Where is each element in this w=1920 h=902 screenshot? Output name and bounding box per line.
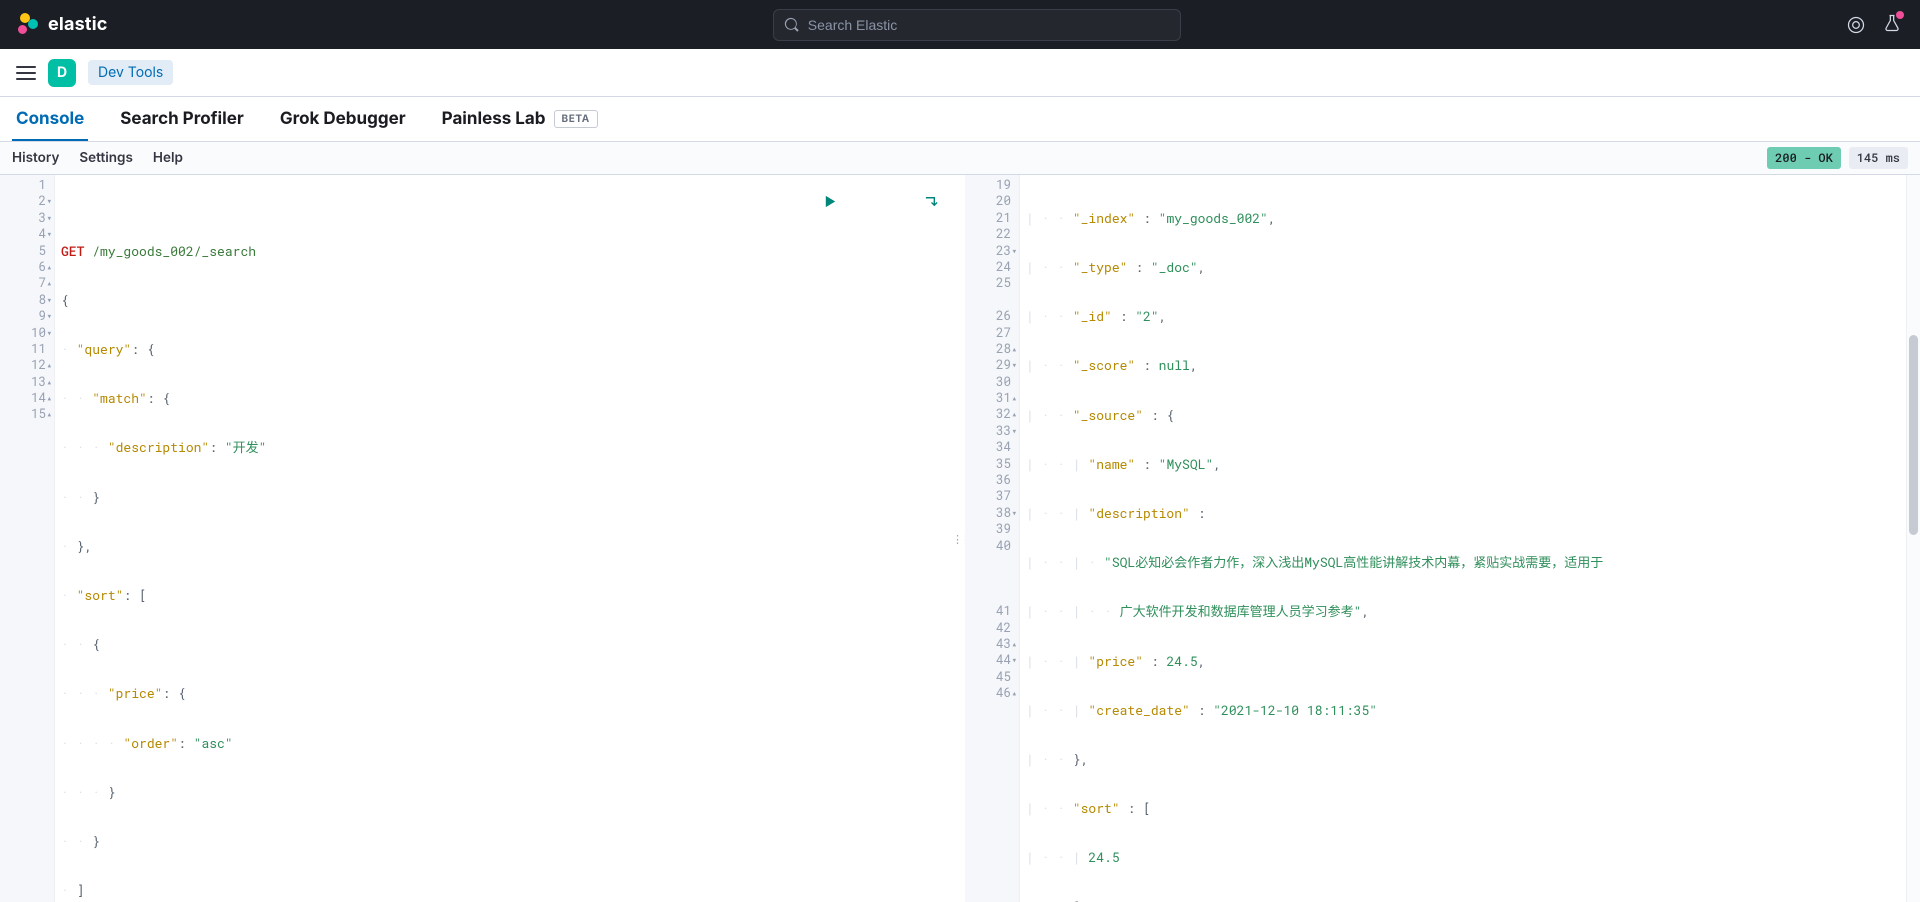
history-link[interactable]: History (12, 150, 59, 166)
response-scrollbar[interactable] (1906, 175, 1920, 902)
app-subheader: D Dev Tools (0, 49, 1920, 97)
help-link[interactable]: Help (153, 150, 183, 166)
console-split-panel: 12▾3▾4▾56▴7▴8▾9▾10▾1112▴13▴14▴15▴ GET /m… (0, 175, 1920, 902)
global-search-input[interactable] (808, 17, 1170, 33)
request-gutter: 12▾3▾4▾56▴7▴8▾9▾10▾1112▴13▴14▴15▴ (0, 175, 55, 902)
request-editor[interactable]: 12▾3▾4▾56▴7▴8▾9▾10▾1112▴13▴14▴15▴ GET /m… (0, 175, 955, 902)
tab-console[interactable]: Console (12, 99, 88, 141)
help-icon[interactable] (1846, 15, 1866, 35)
request-method: GET (61, 242, 84, 260)
tab-painless-lab[interactable]: Painless Lab BETA (438, 99, 602, 141)
request-path: /my_goods_002/_search (92, 242, 256, 260)
global-search[interactable] (773, 9, 1181, 41)
response-viewer[interactable]: 1920212223▾2425262728▴29▾3031▴32▴33▾3435… (965, 175, 1920, 902)
brand-name: elastic (48, 14, 108, 35)
request-code[interactable]: GET /my_goods_002/_search { · "query": {… (55, 175, 955, 902)
pane-resizer[interactable] (955, 175, 965, 902)
painless-label: Painless Lab (442, 109, 546, 129)
space-selector[interactable]: D (48, 59, 76, 87)
response-status-badge: 200 - OK (1767, 147, 1841, 169)
tab-search-profiler[interactable]: Search Profiler (116, 99, 248, 141)
console-toolbar: History Settings Help 200 - OK 145 ms (0, 141, 1920, 175)
tab-grok-debugger[interactable]: Grok Debugger (276, 99, 410, 141)
newsfeed-button[interactable] (1882, 13, 1902, 37)
send-request-button[interactable] (745, 178, 838, 229)
breadcrumb-devtools[interactable]: Dev Tools (88, 60, 173, 85)
scrollbar-thumb[interactable] (1909, 335, 1918, 535)
notification-dot (1896, 11, 1904, 19)
response-code: | · · "_index" : "my_goods_002", | · · "… (1020, 175, 1920, 902)
elastic-logo-icon (16, 13, 40, 37)
brand-logo[interactable]: elastic (16, 13, 108, 37)
response-time-badge: 145 ms (1849, 147, 1908, 169)
search-icon (784, 17, 800, 33)
beta-badge: BETA (554, 110, 598, 128)
devtools-tabs: Console Search Profiler Grok Debugger Pa… (0, 97, 1920, 141)
settings-link[interactable]: Settings (79, 150, 133, 166)
global-header: elastic (0, 0, 1920, 49)
nav-toggle-button[interactable] (16, 62, 36, 84)
response-gutter: 1920212223▾2425262728▴29▾3031▴32▴33▾3435… (965, 175, 1020, 902)
request-options-button[interactable] (846, 178, 939, 229)
